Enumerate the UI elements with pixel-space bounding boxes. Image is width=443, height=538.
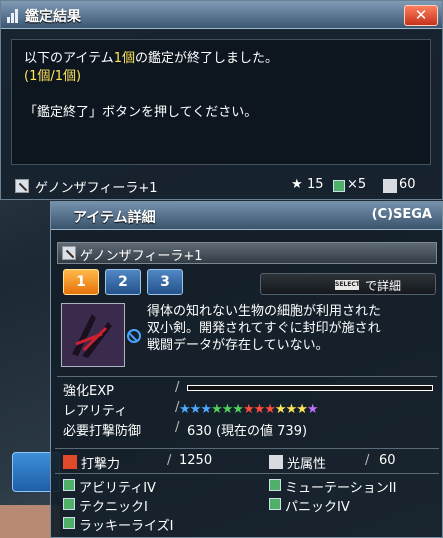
ability-2: ミューテーションII — [285, 481, 397, 496]
divider — [57, 376, 437, 377]
divider — [55, 473, 439, 474]
rarity-star-icon: ★ — [285, 402, 298, 417]
rarity-star-icon: ★ — [200, 402, 212, 417]
rarity-star-icon: ★ — [253, 402, 266, 417]
detail-titlebar: アイテム詳細 (C)SEGA — [51, 202, 442, 230]
tab-2[interactable]: 2 — [105, 269, 141, 295]
rarity-value: 15 — [307, 177, 324, 192]
stats-box: 打撃力 / 1250 光属性 / 60 アビリティIV ミューテーションII テ… — [55, 448, 439, 536]
message-line-3: 「鑑定終了」ボタンを押してください。 — [24, 105, 258, 120]
slot-value: ×5 — [347, 177, 367, 192]
rarity-star-icon: ★ — [179, 402, 191, 417]
twin-dagger-icon — [62, 246, 76, 260]
rarity-star-icon: ★ — [306, 402, 319, 417]
item-description: 得体の知れない生物の細胞が利用された 双小剣。開発されてすぐに封印が施され 戦闘… — [147, 304, 382, 353]
detail-title: アイテム詳細 — [73, 210, 156, 226]
rarity-star-icon: ★ — [210, 402, 223, 417]
attack-value: 1250 — [179, 453, 213, 468]
window-title: 鑑定結果 — [25, 9, 81, 25]
tab-1[interactable]: 1 — [63, 269, 99, 295]
attack-label: 打撃力 — [81, 457, 121, 472]
ability-1: アビリティIV — [79, 481, 156, 496]
rarity-star-icon: ★ — [264, 402, 276, 417]
twin-dagger-icon — [15, 179, 29, 193]
required-stat-row: 必要打撃防御 / 630 (現在の値 739) — [63, 420, 308, 439]
level-value: 60 — [399, 177, 416, 192]
rarity-star-icon: ★ — [291, 177, 303, 192]
rarity-label: レアリティ — [63, 404, 128, 419]
count-highlight: 1個 — [113, 51, 135, 66]
enhance-exp-bar — [187, 385, 433, 391]
level-icon — [383, 179, 397, 193]
message-line-2: (1個/1個) — [24, 69, 82, 84]
required-stat-label: 必要打撃防御 — [63, 424, 142, 439]
item-detail-window: アイテム詳細 (C)SEGA ゲノンザフィーラ+1 1 2 3 SELECT で… — [50, 201, 443, 538]
rarity-star-icon: ★ — [189, 402, 202, 417]
ability-icon — [63, 517, 75, 529]
appraisal-result-window: 鑑定結果 ✕ 以下のアイテム1個の鑑定が終了しました。 (1個/1個) 「鑑定終… — [0, 0, 443, 200]
rarity-star-icon: ★ — [274, 402, 287, 417]
ability-3: テクニックI — [79, 500, 148, 515]
ability-icon — [63, 498, 75, 510]
tab-3[interactable]: 3 — [147, 269, 183, 295]
ability-5: ラッキーライズI — [79, 519, 174, 534]
rarity-stars: ★★★★★★★★★★★★★ — [179, 402, 319, 417]
light-element-icon — [269, 455, 283, 469]
rarity-star-icon: ★ — [242, 402, 255, 417]
slot-icon — [333, 180, 345, 192]
ability-4: パニックIV — [285, 500, 350, 515]
rarity-star-icon: ★ — [296, 402, 308, 417]
detail-view-button[interactable]: SELECT で詳細 — [260, 273, 436, 295]
message-box: 以下のアイテム1個の鑑定が終了しました。 (1個/1個) 「鑑定終了」ボタンを押… — [11, 39, 431, 165]
result-titlebar: 鑑定結果 ✕ — [1, 1, 442, 29]
item-thumbnail — [61, 303, 125, 367]
detail-view-label: で詳細 — [365, 279, 402, 293]
close-button[interactable]: ✕ — [404, 5, 438, 26]
detail-item-name: ゲノンザフィーラ+1 — [80, 249, 203, 264]
required-stat-value: 630 (現在の値 739) — [187, 424, 308, 439]
ability-icon — [63, 479, 75, 491]
detail-item-name-bar: ゲノンザフィーラ+1 — [57, 242, 437, 264]
message-line-1: 以下のアイテム1個の鑑定が終了しました。 — [24, 51, 278, 66]
copyright: (C)SEGA — [371, 207, 432, 222]
ability-icon — [269, 498, 281, 510]
bars-icon — [7, 7, 19, 23]
result-item-name: ゲノンザフィーラ+1 — [35, 181, 158, 196]
ability-icon — [269, 479, 281, 491]
attack-icon — [63, 455, 77, 469]
enhance-exp-label: 強化EXP — [63, 384, 114, 399]
result-item-row[interactable]: ゲノンザフィーラ+1 ★ 15 ×5 60 — [15, 177, 435, 196]
element-value: 60 — [379, 453, 396, 468]
select-button-icon: SELECT — [335, 280, 360, 290]
rarity-star-icon: ★ — [232, 402, 244, 417]
rarity-star-icon: ★ — [221, 402, 234, 417]
untradeable-icon — [127, 329, 141, 343]
element-label: 光属性 — [287, 457, 327, 472]
